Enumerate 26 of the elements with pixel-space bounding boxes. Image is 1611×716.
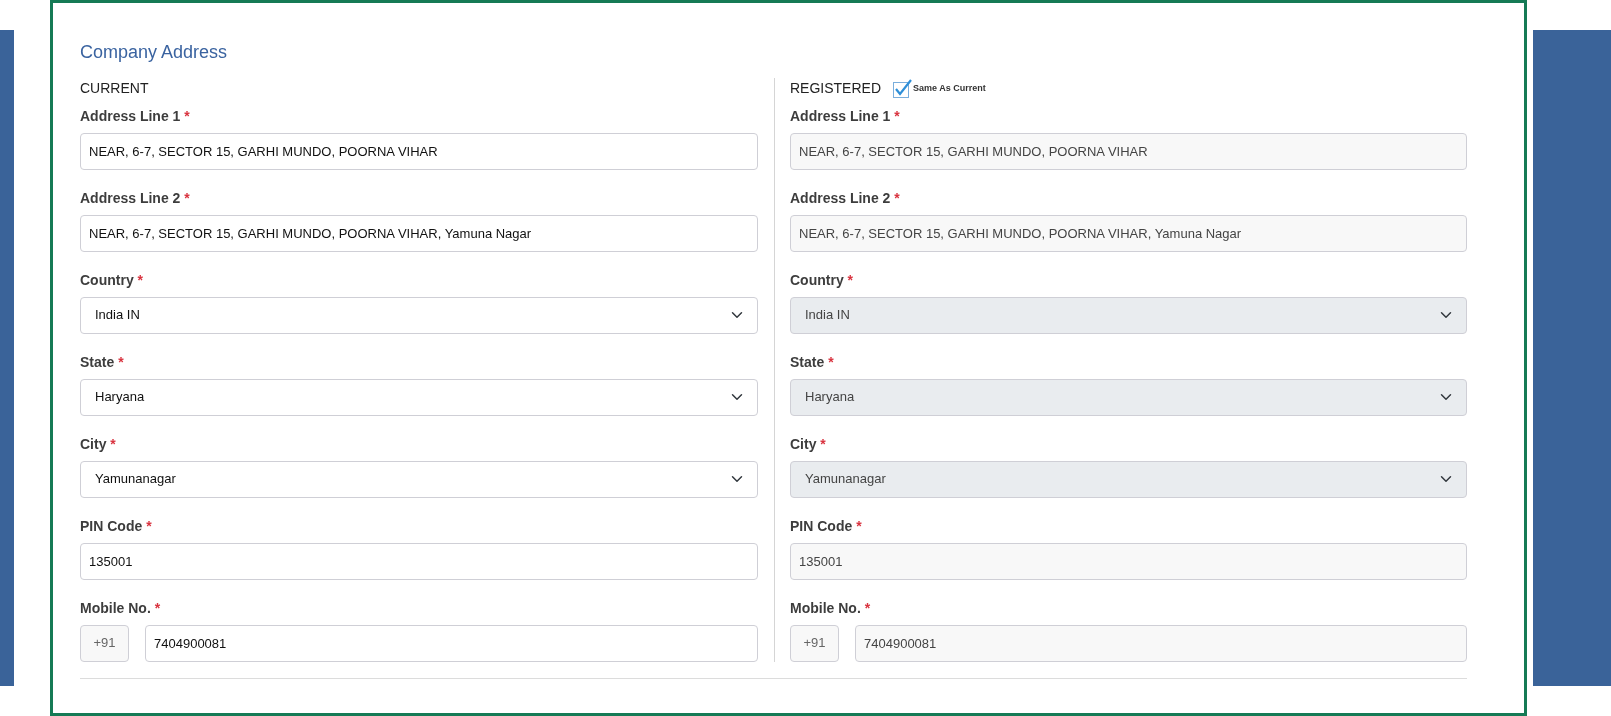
field-label: State * xyxy=(80,352,125,372)
field-label: Mobile No. * xyxy=(80,598,162,618)
field-label: PIN Code * xyxy=(790,516,863,536)
field-label: PIN Code * xyxy=(80,516,153,536)
field-label: City * xyxy=(80,434,117,454)
dropdown[interactable]: India IN xyxy=(80,296,758,334)
column-heading: REGISTERED xyxy=(790,79,881,99)
field-label: Country * xyxy=(790,270,854,290)
input-field[interactable]: 7404900081 xyxy=(145,624,758,662)
field-label: Address Line 1 * xyxy=(790,106,901,126)
field-label: Address Line 1 * xyxy=(80,106,191,126)
field-label: City * xyxy=(790,434,827,454)
section-title: Company Address xyxy=(80,42,229,64)
field-label: Address Line 2 * xyxy=(80,188,191,208)
country-code: +91 xyxy=(790,624,839,662)
input-field[interactable]: NEAR, 6-7, SECTOR 15, GARHI MUNDO, POORNA VIHAR xyxy=(80,132,758,170)
field-label: Country * xyxy=(80,270,144,290)
country-code: +91 xyxy=(80,624,129,662)
dropdown[interactable]: Haryana xyxy=(80,378,758,416)
input-field[interactable]: 135001 xyxy=(80,542,758,580)
field-label: Address Line 2 * xyxy=(790,188,901,208)
input-field[interactable]: NEAR, 6-7, SECTOR 15, GARHI MUNDO, POORNA VIHAR, Yamuna Nagar xyxy=(80,214,758,252)
field-label: Mobile No. * xyxy=(790,598,872,618)
column-heading: CURRENT xyxy=(80,79,149,99)
field-label: State * xyxy=(790,352,835,372)
dropdown[interactable]: Yamunanagar xyxy=(80,460,758,498)
